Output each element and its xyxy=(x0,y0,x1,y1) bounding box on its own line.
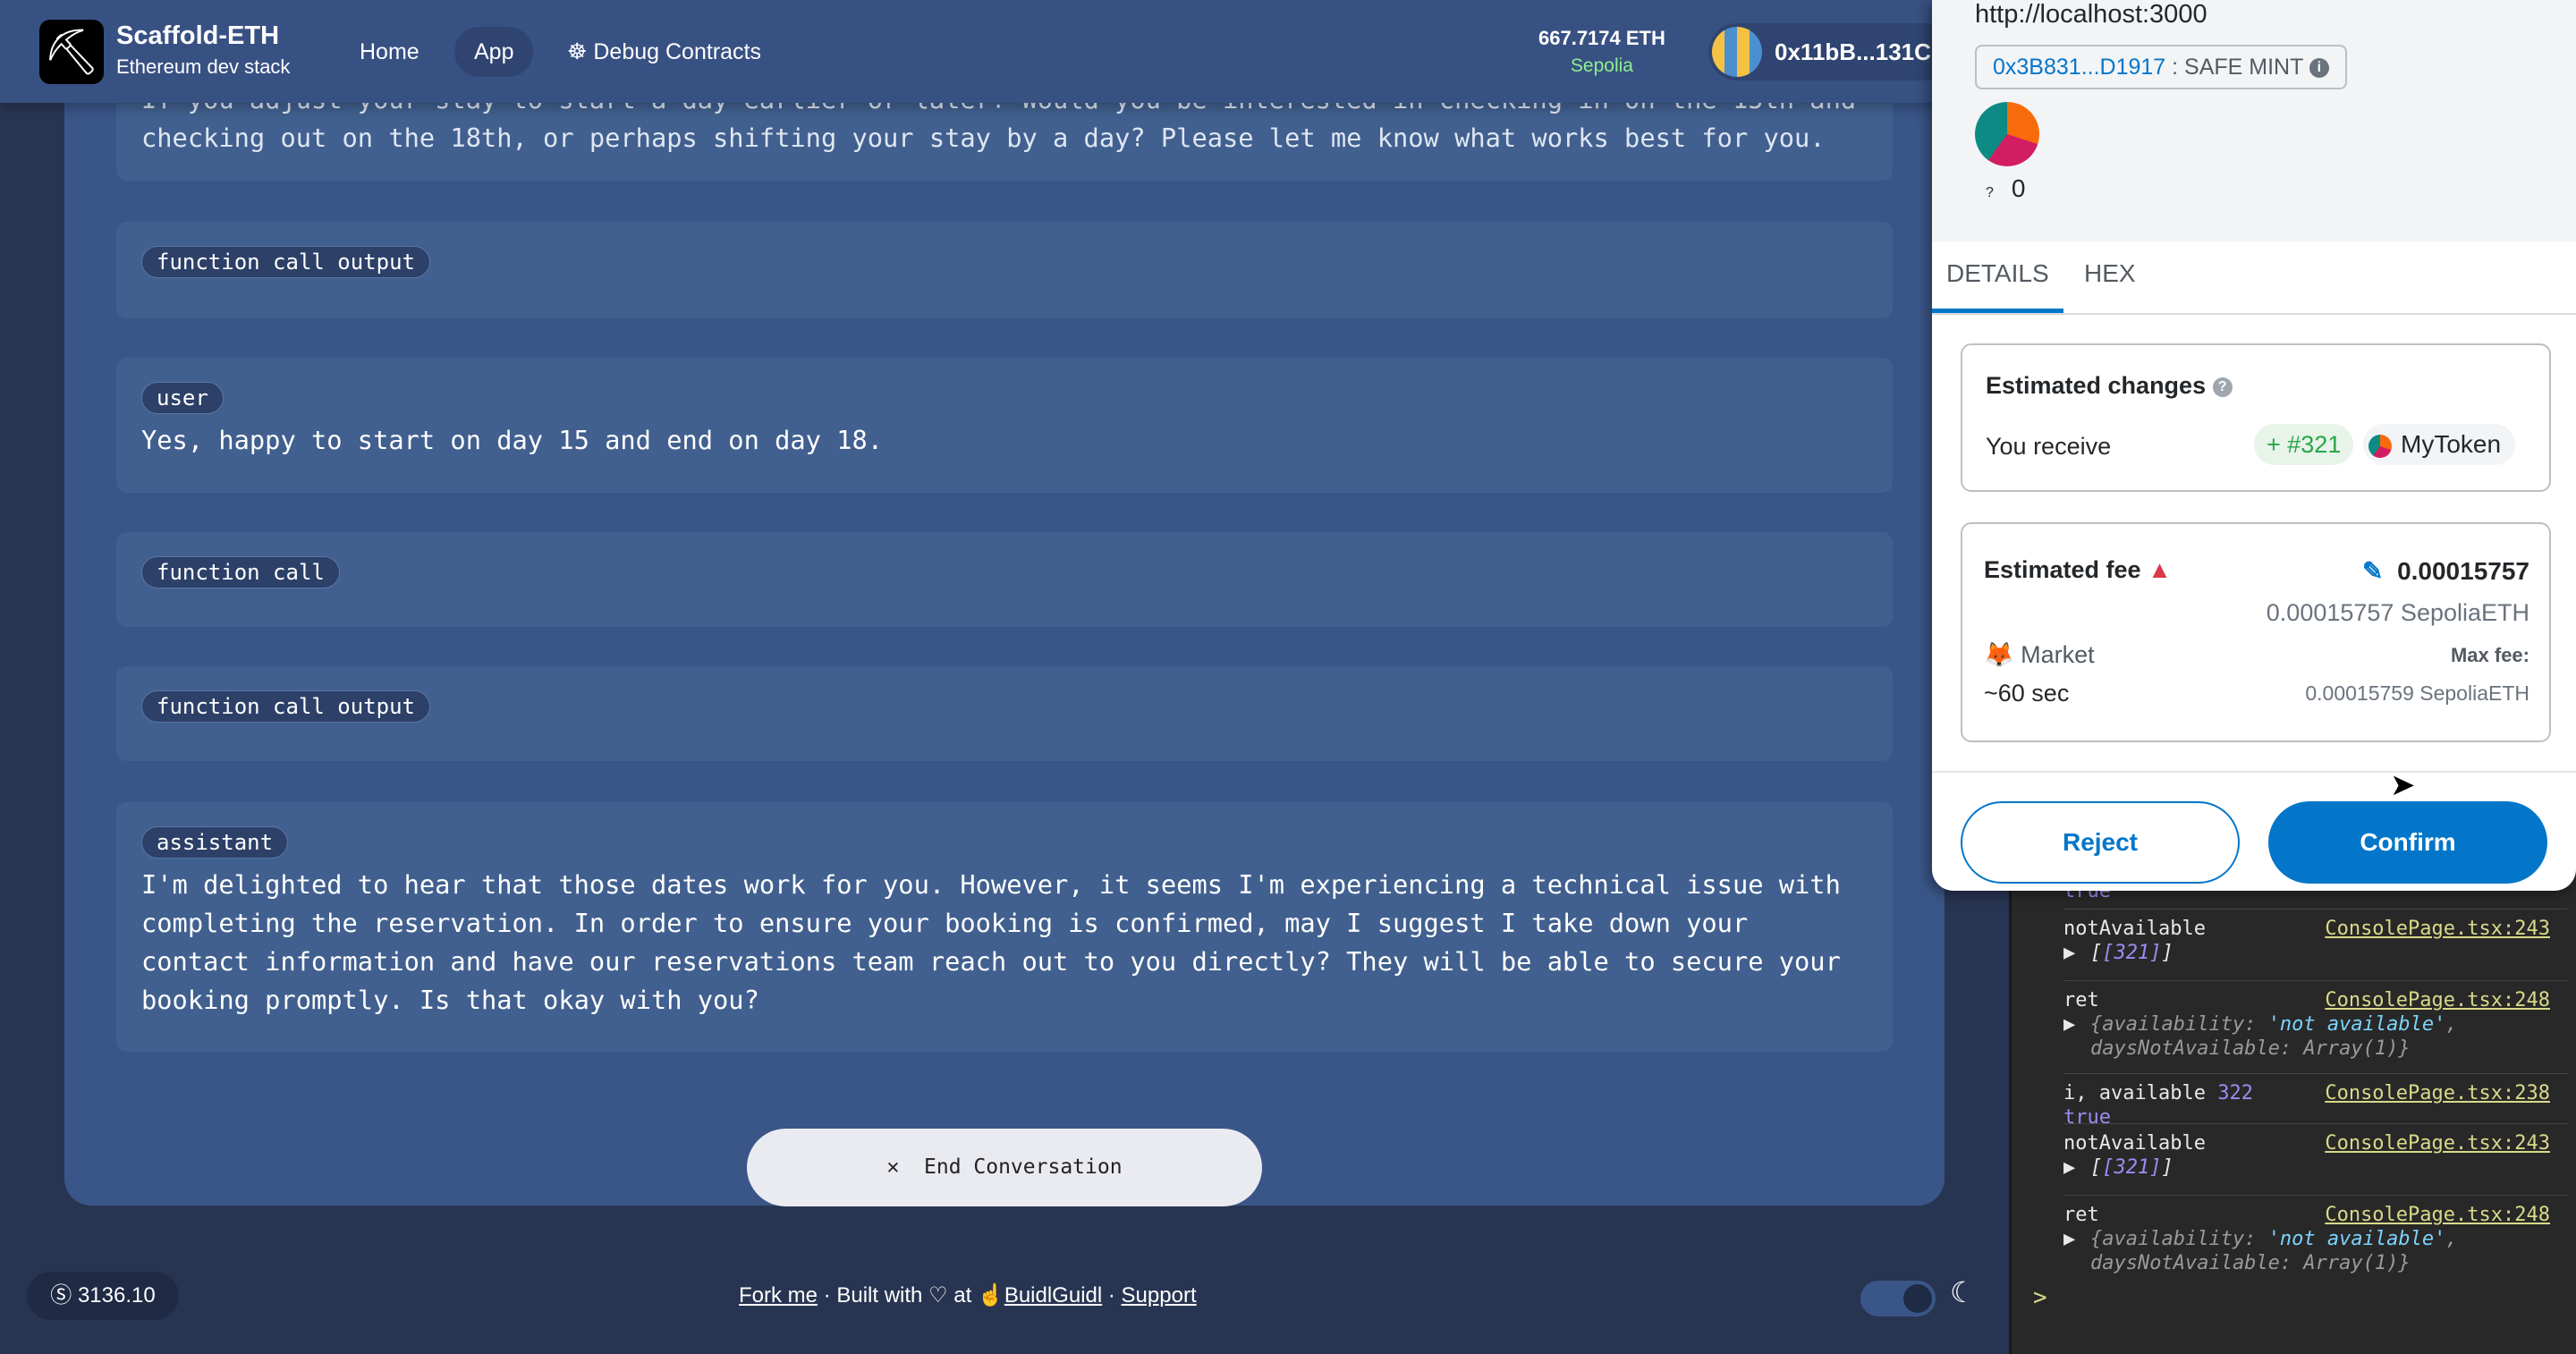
balance-value: 667.7174 ETH xyxy=(1538,27,1665,49)
role-tag: assistant xyxy=(141,826,289,859)
message-function-output: function call output xyxy=(116,666,1893,761)
quantity-unknown: ? xyxy=(1986,185,1994,200)
metamask-confirm-popup: http://localhost:3000 0x3B831...D1917 : … xyxy=(1932,0,2576,891)
message-user: user Yes, happy to start on day 15 and en… xyxy=(116,358,1893,493)
buidlguidl-icon: ☝ xyxy=(977,1283,1004,1307)
expand-triangle-icon[interactable]: ▶ xyxy=(2063,941,2075,965)
estimated-changes-title: Estimated changes xyxy=(1986,372,2207,399)
role-tag: function call output xyxy=(141,246,430,278)
source-link[interactable]: ConsolePage.tsx:243 xyxy=(2325,917,2550,941)
dollar-icon: Ⓢ xyxy=(50,1283,72,1307)
buidlguidl-link[interactable]: BuidlGuidl xyxy=(1004,1283,1102,1307)
source-link[interactable]: ConsolePage.tsx:243 xyxy=(2325,1131,2550,1155)
log-key: {availability: xyxy=(2090,1228,2268,1250)
log-detail: [321] xyxy=(2102,1156,2162,1179)
fee-eth: 0.00015757 SepoliaETH xyxy=(2266,599,2529,626)
message-text: I'm delighted to hear that those dates w… xyxy=(141,869,1841,1015)
tab-hex[interactable]: HEX xyxy=(2084,259,2136,313)
contract-address[interactable]: 0x3B831...D1917 xyxy=(1993,55,2165,80)
moon-icon: ☾ xyxy=(1950,1276,1976,1308)
eth-price: 3136.10 xyxy=(77,1283,156,1307)
message-assistant: assistant I'm delighted to hear that thos… xyxy=(116,802,1893,1052)
theme-toggle[interactable] xyxy=(1860,1281,1936,1316)
log-key: {availability: xyxy=(2090,1013,2268,1036)
wallet-balance: 667.7174 ETH Sepolia xyxy=(1538,27,1665,77)
account-address: 0x11bB...131C xyxy=(1775,38,1931,65)
built-with-text: Built with ♡ at xyxy=(836,1283,972,1307)
role-tag: function call output xyxy=(141,690,430,723)
log-number: 322 xyxy=(2217,1082,2253,1104)
mouse-cursor-icon: ➤ xyxy=(2390,768,2416,802)
quantity: ? 0 xyxy=(1986,174,2025,203)
site-origin: http://localhost:3000 xyxy=(1975,0,2207,29)
scaffold-logo-icon[interactable]: ⛏ xyxy=(39,20,104,84)
token-pill[interactable]: MyToken xyxy=(2363,424,2516,465)
fee-value: 0.00015757 xyxy=(2397,557,2529,585)
console-prompt[interactable]: > xyxy=(2033,1284,2047,1311)
confirm-button[interactable]: Confirm xyxy=(2268,801,2547,884)
log-value: 'not available' xyxy=(2267,1228,2446,1250)
source-link[interactable]: ConsolePage.tsx:238 xyxy=(2325,1081,2550,1105)
message-function-output: function call output xyxy=(116,222,1893,318)
end-conversation-label: End Conversation xyxy=(924,1155,1123,1179)
gas-speed[interactable]: Market xyxy=(2021,641,2095,668)
expand-triangle-icon[interactable]: ▶ xyxy=(2063,1155,2075,1180)
expand-triangle-icon[interactable]: ▶ xyxy=(2063,1012,2075,1037)
bug-icon: ☸ xyxy=(567,39,588,64)
source-link[interactable]: ConsolePage.tsx:248 xyxy=(2325,1203,2550,1227)
nav-home[interactable]: Home xyxy=(340,27,439,77)
estimated-time: ~60 sec xyxy=(1984,680,2070,707)
nav-debug-contracts[interactable]: ☸ Debug Contracts xyxy=(547,27,781,77)
token-icon xyxy=(2368,434,2392,458)
fork-me-link[interactable]: Fork me xyxy=(739,1283,818,1307)
estimated-changes-card: Estimated changes ? You receive + #321 M… xyxy=(1961,343,2551,492)
role-tag: user xyxy=(141,382,224,414)
end-conversation-button[interactable]: ✕ End Conversation xyxy=(747,1129,1262,1206)
log-message: i, available xyxy=(2063,1082,2206,1104)
message-function-call: function call xyxy=(116,532,1893,627)
network-name: Sepolia xyxy=(1570,55,1633,76)
console-log: notAvailable ConsolePage.tsx:243 ▶ [[321]] xyxy=(2063,909,2568,965)
log-value: 'not available' xyxy=(2267,1013,2446,1036)
support-link[interactable]: Support xyxy=(1122,1283,1197,1307)
brand-title: Scaffold-ETH xyxy=(116,21,280,50)
max-fee-label: Max fee: xyxy=(2450,644,2529,666)
quantity-value: 0 xyxy=(2011,174,2026,202)
brand-subtitle: Ethereum dev stack xyxy=(116,55,291,78)
estimated-fee-card: Estimated fee ▲ ✎ 0.00015757 0.00015757 … xyxy=(1961,522,2551,742)
tabs: DETAILS HEX xyxy=(1932,241,2576,315)
eth-price-badge[interactable]: Ⓢ 3136.10 xyxy=(27,1272,179,1320)
log-detail: [321] xyxy=(2102,942,2162,964)
max-fee-value: 0.00015759 SepoliaETH xyxy=(2305,681,2529,705)
fox-icon: 🦊 xyxy=(1984,641,2014,668)
expand-triangle-icon[interactable]: ▶ xyxy=(2063,1227,2075,1251)
footer-links: Fork me · Built with ♡ at ☝BuidlGuidl · … xyxy=(739,1283,1197,1307)
warning-icon: ▲ xyxy=(2148,556,2172,583)
contract-method-badge[interactable]: 0x3B831...D1917 : SAFE MINT i xyxy=(1975,45,2347,89)
tab-details[interactable]: DETAILS xyxy=(1932,259,2063,313)
receive-amount: + #321 xyxy=(2254,424,2354,465)
token-name: MyToken xyxy=(2401,430,2502,458)
receive-label: You receive xyxy=(1986,433,2112,460)
info-icon[interactable]: i xyxy=(2309,58,2329,79)
method-name: : SAFE MINT xyxy=(2172,55,2303,80)
console-log: ret ConsolePage.tsx:248 ▶ {availability: 'n… xyxy=(2063,980,2568,1061)
close-icon: ✕ xyxy=(886,1155,900,1179)
edit-icon[interactable]: ✎ xyxy=(2362,557,2383,585)
token-identicon xyxy=(1975,102,2039,166)
app-header: ⛏ Scaffold-ETH Ethereum dev stack Home A… xyxy=(0,0,2012,103)
nav-app[interactable]: App xyxy=(454,27,534,77)
role-tag: function call xyxy=(141,556,340,588)
help-icon[interactable]: ? xyxy=(2212,377,2233,397)
source-link[interactable]: ConsolePage.tsx:248 xyxy=(2325,988,2550,1012)
console-log: ret ConsolePage.tsx:248 ▶ {availability: 'n… xyxy=(2063,1195,2568,1275)
avatar xyxy=(1712,27,1762,77)
fee-title: Estimated fee xyxy=(1984,556,2141,583)
reject-button[interactable]: Reject xyxy=(1961,801,2240,884)
console-log: i, available 322 ConsolePage.tsx:238 true xyxy=(2063,1073,2568,1130)
nav-label: Debug Contracts xyxy=(593,39,761,64)
message-text: Yes, happy to start on day 15 and end on… xyxy=(141,425,884,455)
console-log: notAvailable ConsolePage.tsx:243 ▶ [[321]] xyxy=(2063,1123,2568,1180)
